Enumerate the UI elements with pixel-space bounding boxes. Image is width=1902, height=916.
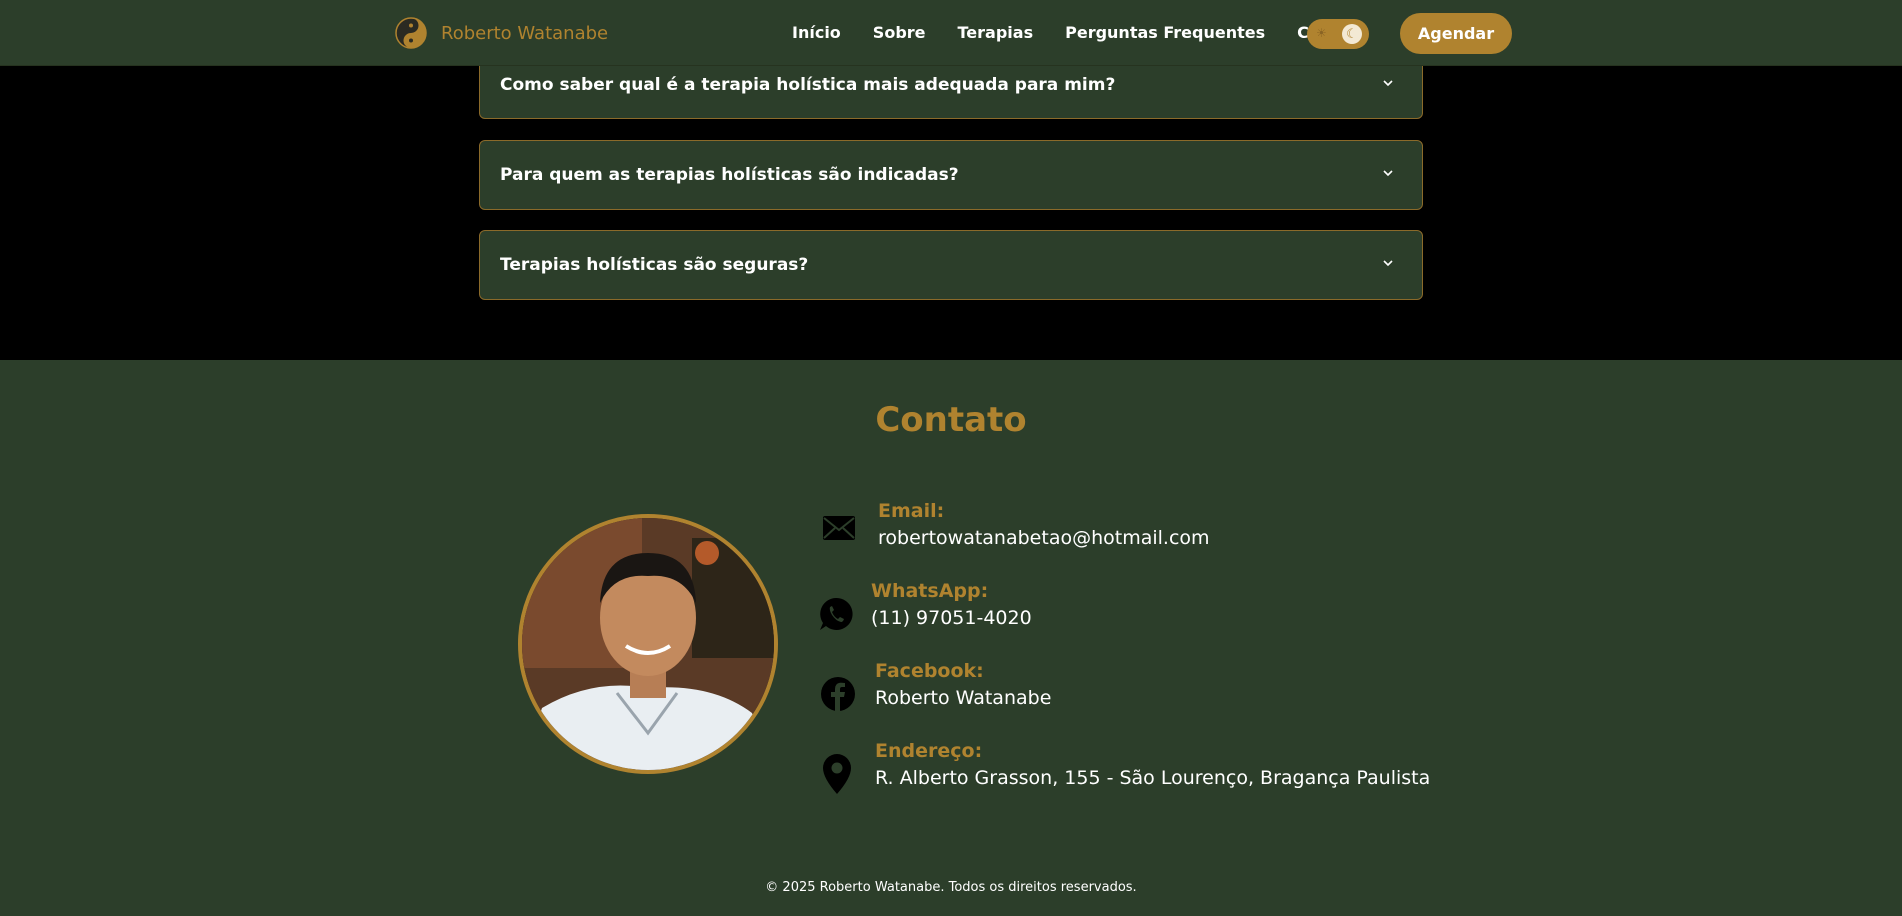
faq-question: Para quem as terapias holísticas são ind… xyxy=(500,165,959,185)
chevron-down-icon xyxy=(1383,80,1393,87)
address-value: R. Alberto Grasson, 155 - São Lourenço, … xyxy=(875,767,1431,789)
envelope-icon xyxy=(823,516,855,540)
whatsapp-icon xyxy=(820,597,853,630)
profile-photo xyxy=(518,514,778,774)
nav-terapias[interactable]: Terapias xyxy=(958,23,1034,42)
chevron-down-icon xyxy=(1383,260,1393,267)
email-value[interactable]: robertowatanabetao@hotmail.com xyxy=(878,527,1210,549)
whatsapp-label: WhatsApp: xyxy=(871,580,989,602)
faq-question: Como saber qual é a terapia holística ma… xyxy=(500,74,1116,95)
moon-icon: ☾ xyxy=(1342,24,1362,44)
chevron-down-icon xyxy=(1383,170,1393,177)
nav-sobre[interactable]: Sobre xyxy=(873,23,926,42)
brand-name: Roberto Watanabe xyxy=(441,22,609,44)
nav-perguntas-frequentes[interactable]: Perguntas Frequentes xyxy=(1065,23,1265,42)
faq-item[interactable]: Para quem as terapias holísticas são ind… xyxy=(479,140,1423,210)
brand[interactable]: Roberto Watanabe xyxy=(395,17,608,49)
facebook-label: Facebook: xyxy=(875,660,984,682)
contact-title: Contato xyxy=(875,400,1027,440)
facebook-icon xyxy=(821,677,855,711)
whatsapp-value[interactable]: (11) 97051-4020 xyxy=(871,607,1032,629)
top-navbar: Roberto Watanabe Início Sobre Terapias P… xyxy=(0,0,1902,66)
faq-item[interactable]: Terapias holísticas são seguras? xyxy=(479,230,1423,300)
contact-section: Contato Email: robertowatanabetao@hotmai… xyxy=(0,360,1902,916)
yin-yang-logo-icon xyxy=(395,17,427,49)
theme-toggle[interactable]: ☀ ☾ xyxy=(1307,19,1369,49)
sun-icon: ☀ xyxy=(1316,26,1327,40)
address-label: Endereço: xyxy=(875,740,983,762)
agendar-button[interactable]: Agendar xyxy=(1400,13,1512,54)
map-pin-icon xyxy=(823,754,851,794)
faq-question: Terapias holísticas são seguras? xyxy=(500,255,809,275)
footer-copyright: © 2025 Roberto Watanabe. Todos os direit… xyxy=(765,880,1137,895)
nav-inicio[interactable]: Início xyxy=(792,23,841,42)
email-label: Email: xyxy=(878,500,945,522)
facebook-value[interactable]: Roberto Watanabe xyxy=(875,687,1051,709)
